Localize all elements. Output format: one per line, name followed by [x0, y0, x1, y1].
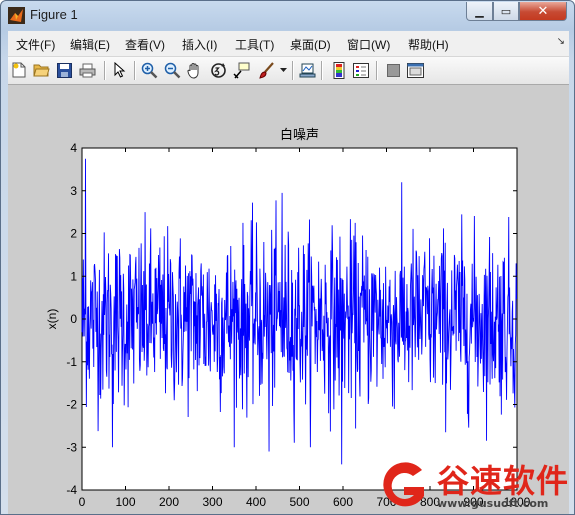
rotate-3d-icon[interactable]: [209, 61, 227, 79]
maximize-icon: ▭: [500, 4, 512, 18]
menu-dock-arrow-icon[interactable]: ↘: [557, 36, 565, 47]
white-noise-plot[interactable]: 白噪声 0 100 200 300 400 500 600 700 800 900 1000-4-3…: [8, 85, 569, 515]
menu-edit[interactable]: 编辑(E): [70, 36, 110, 53]
new-figure-icon[interactable]: [10, 61, 28, 79]
zoom-out-icon[interactable]: [163, 61, 181, 79]
x-tick-label: 200: [159, 495, 179, 509]
link-plot-icon[interactable]: [298, 61, 316, 79]
y-tick-label: -2: [66, 398, 77, 412]
y-tick-label: 2: [70, 227, 77, 241]
y-tick-label: 0: [70, 312, 77, 326]
y-tick-label: 4: [70, 141, 77, 155]
menu-window[interactable]: 窗口(W): [347, 36, 390, 53]
menu-view[interactable]: 查看(V): [125, 36, 165, 53]
maximize-button[interactable]: ▭: [493, 2, 519, 21]
menu-help[interactable]: 帮助(H): [408, 36, 449, 53]
watermark-logo: [374, 460, 434, 512]
show-plot-tools-icon[interactable]: [406, 61, 424, 79]
toolbar-separator: [321, 61, 323, 80]
y-tick-label: 3: [70, 184, 77, 198]
toolbar-separator: [376, 61, 378, 80]
save-icon[interactable]: [55, 61, 73, 79]
pan-hand-icon[interactable]: [186, 61, 204, 79]
menu-file[interactable]: 文件(F): [16, 36, 55, 53]
open-file-icon[interactable]: [32, 61, 50, 79]
close-button[interactable]: ✕: [519, 2, 567, 21]
menu-insert[interactable]: 插入(I): [182, 36, 217, 53]
colorbar-icon[interactable]: [330, 61, 348, 79]
y-tick-label: -1: [66, 355, 77, 369]
hide-plot-tools-icon[interactable]: [384, 61, 402, 79]
minimize-icon: ▁: [475, 4, 484, 18]
data-cursor-icon[interactable]: [232, 61, 250, 79]
x-tick-label: 300: [202, 495, 222, 509]
toolbar-separator: [134, 61, 136, 80]
y-tick-label: -3: [66, 440, 77, 454]
close-icon: ✕: [537, 3, 549, 19]
y-tick-label: -4: [66, 483, 77, 497]
x-axis-label: n: [296, 510, 303, 515]
figure-canvas: 白噪声 0 100 200 300 400 500 600 700 800 900 1000 -4 -3…: [8, 85, 569, 515]
figure-toolbar: [8, 56, 569, 85]
title-bar[interactable]: Figure 1 ▁ ▭ ✕: [1, 1, 574, 31]
minimize-button[interactable]: ▁: [466, 2, 493, 21]
zoom-in-icon[interactable]: [140, 61, 158, 79]
x-tick-label: 600: [333, 495, 353, 509]
x-tick-label: 0: [79, 495, 86, 509]
menu-tools[interactable]: 工具(T): [235, 36, 274, 53]
matlab-logo-icon: [8, 7, 25, 24]
menu-desktop[interactable]: 桌面(D): [290, 36, 331, 53]
x-tick-label: 400: [246, 495, 266, 509]
window-title: Figure 1: [30, 7, 78, 22]
x-tick-label: 100: [115, 495, 135, 509]
figure-client: 文件(F) 编辑(E) 查看(V) 插入(I) 工具(T) 桌面(D) 窗口(W…: [8, 31, 569, 515]
brush-icon[interactable]: [257, 61, 275, 79]
x-tick-label: 500: [289, 495, 309, 509]
toolbar-separator: [104, 61, 106, 80]
chart-title: 白噪声: [280, 127, 319, 143]
menu-bar: 文件(F) 编辑(E) 查看(V) 插入(I) 工具(T) 桌面(D) 窗口(W…: [8, 31, 569, 55]
y-tick-label: 1: [70, 269, 77, 283]
print-icon[interactable]: [78, 61, 96, 79]
watermark-text: 谷速软件: [437, 462, 570, 500]
y-axis-label: x(n): [45, 309, 59, 330]
legend-icon[interactable]: [352, 61, 370, 79]
brush-dropdown-icon[interactable]: [278, 61, 288, 79]
figure-window: Figure 1 ▁ ▭ ✕ 文件(F) 编辑(E) 查看(V) 插入(I) 工…: [0, 0, 575, 515]
watermark-url: www.gusuoft.com: [437, 497, 549, 510]
arrow-pointer-icon[interactable]: [111, 61, 129, 79]
toolbar-separator: [292, 61, 294, 80]
